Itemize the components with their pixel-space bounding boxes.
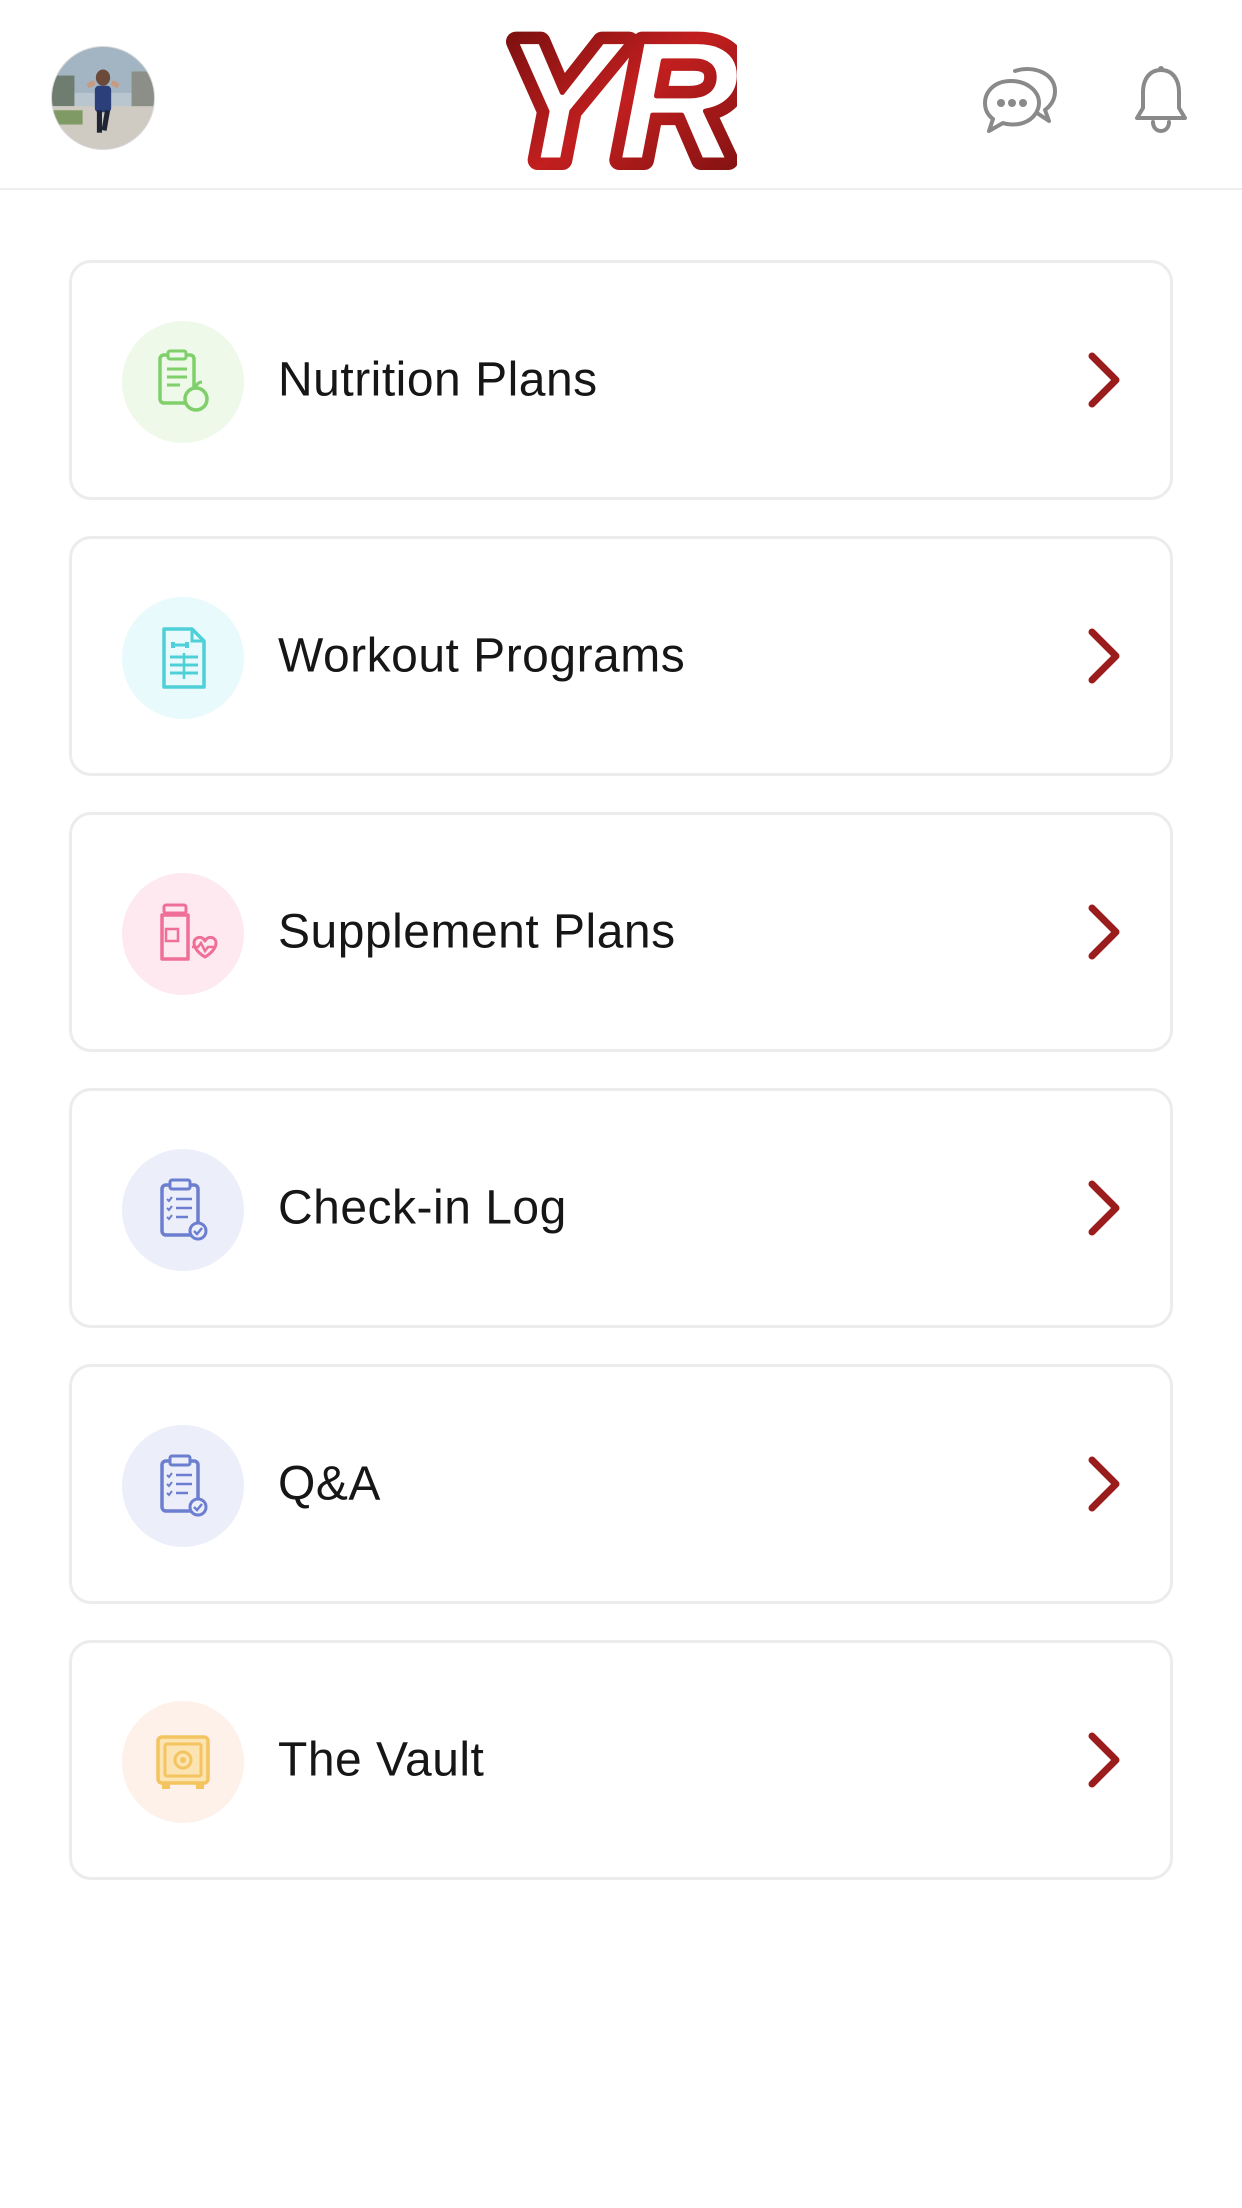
icon-badge bbox=[122, 597, 244, 719]
menu-item-label: The Vault bbox=[278, 1733, 485, 1787]
svg-text:YR: YR bbox=[505, 22, 737, 178]
menu-item-label: Workout Programs bbox=[278, 629, 686, 683]
icon-badge bbox=[122, 1149, 244, 1271]
icon-badge bbox=[122, 1425, 244, 1547]
brand-logo: YR YR bbox=[505, 22, 737, 178]
vault-safe-icon bbox=[156, 1735, 210, 1789]
checklist-clipboard-icon bbox=[160, 1454, 208, 1517]
checklist-clipboard-icon bbox=[160, 1178, 208, 1241]
menu-item-check-in-log[interactable]: Check-in Log bbox=[69, 1088, 1173, 1328]
menu-item-supplement-plans[interactable]: Supplement Plans bbox=[69, 812, 1173, 1052]
menu-item-q-and-a[interactable]: Q&A bbox=[69, 1364, 1173, 1604]
bell-icon bbox=[1135, 66, 1187, 134]
chevron-right-icon bbox=[1084, 1454, 1124, 1514]
messages-button[interactable] bbox=[978, 56, 1064, 142]
icon-badge bbox=[122, 1701, 244, 1823]
notifications-button[interactable] bbox=[1118, 56, 1204, 142]
menu-item-nutrition-plans[interactable]: Nutrition Plans bbox=[69, 260, 1173, 500]
icon-badge bbox=[122, 873, 244, 995]
menu-item-label: Nutrition Plans bbox=[278, 353, 598, 407]
chat-bubbles-icon bbox=[983, 67, 1057, 133]
main-menu: Nutrition Plans Workout Programs Supplem… bbox=[69, 260, 1173, 1916]
chevron-right-icon bbox=[1084, 1178, 1124, 1238]
chevron-right-icon bbox=[1084, 1730, 1124, 1790]
chevron-right-icon bbox=[1084, 350, 1124, 410]
nutrition-clipboard-apple-icon bbox=[158, 349, 209, 412]
supplement-bottle-heart-icon bbox=[160, 903, 218, 961]
profile-avatar[interactable] bbox=[51, 46, 155, 150]
chevron-right-icon bbox=[1084, 626, 1124, 686]
workout-document-icon bbox=[162, 627, 206, 689]
menu-item-the-vault[interactable]: The Vault bbox=[69, 1640, 1173, 1880]
menu-item-label: Supplement Plans bbox=[278, 905, 676, 959]
app-header: YR YR bbox=[0, 0, 1242, 190]
avatar-photo bbox=[52, 47, 154, 149]
menu-item-label: Q&A bbox=[278, 1457, 381, 1511]
menu-item-workout-programs[interactable]: Workout Programs bbox=[69, 536, 1173, 776]
icon-badge bbox=[122, 321, 244, 443]
menu-item-label: Check-in Log bbox=[278, 1181, 567, 1235]
chevron-right-icon bbox=[1084, 902, 1124, 962]
